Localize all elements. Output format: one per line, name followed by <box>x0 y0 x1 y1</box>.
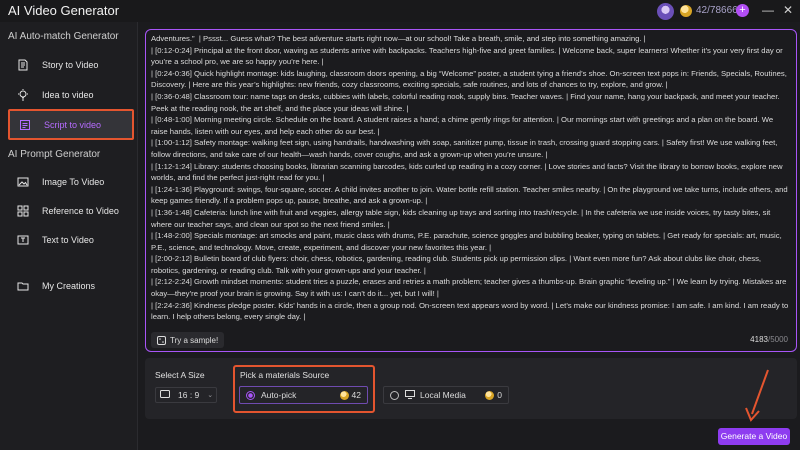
local-media-cost: 0 <box>497 390 502 400</box>
sidebar-item-story-to-video[interactable]: Story to Video <box>8 52 134 78</box>
aspect-ratio-icon <box>160 390 170 400</box>
try-sample-label: Try a sample! <box>170 335 219 345</box>
annotation-arrow-icon <box>745 369 769 422</box>
radio-selected-icon <box>246 390 255 400</box>
source-label: Pick a materials Source <box>240 370 330 380</box>
size-label: Select A Size <box>155 370 205 380</box>
chevron-down-icon: ⌄ <box>207 392 214 399</box>
monitor-icon <box>405 389 415 401</box>
character-max: /5000 <box>767 335 788 344</box>
sidebar-item-label: My Creations <box>42 281 96 291</box>
section-prompt: AI Prompt Generator <box>8 149 101 160</box>
sidebar-item-label: Script to video <box>44 119 102 130</box>
section-auto-match: AI Auto-match Generator <box>8 31 119 42</box>
auto-pick-option[interactable]: Auto-pick 42 <box>239 386 368 404</box>
sidebar-item-script-to-video[interactable]: Script to video <box>8 109 134 140</box>
sidebar-item-text-to-video[interactable]: Text to Video <box>8 227 134 253</box>
avatar[interactable] <box>657 3 674 20</box>
sidebar-item-label: Image To Video <box>42 177 105 187</box>
sidebar-item-label: Reference to Video <box>42 206 119 216</box>
character-counter: 4183/5000 <box>750 335 788 344</box>
sidebar-item-image-to-video[interactable]: Image To Video <box>8 169 134 195</box>
script-icon <box>18 118 32 132</box>
sidebar-item-reference-to-video[interactable]: Reference to Video <box>8 198 134 224</box>
credits-counter: 42/78666 <box>696 5 738 16</box>
character-count: 4183 <box>750 335 768 344</box>
local-media-option[interactable]: Local Media 0 <box>383 386 509 404</box>
local-media-label: Local Media <box>420 390 466 400</box>
dice-icon <box>157 335 166 345</box>
sidebar-item-label: Idea to video <box>42 90 94 100</box>
bulb-icon <box>16 88 30 102</box>
coin-icon <box>680 5 692 17</box>
folder-icon <box>16 279 30 293</box>
auto-pick-cost: 42 <box>351 390 361 400</box>
app-title: AI Video Generator <box>8 3 120 18</box>
auto-pick-label: Auto-pick <box>261 390 297 400</box>
materials-source-group: Pick a materials Source Auto-pick 42 <box>233 365 375 413</box>
minimize-icon[interactable]: — <box>762 3 774 17</box>
sidebar-item-idea-to-video[interactable]: Idea to video <box>8 82 134 108</box>
coin-icon <box>339 390 349 400</box>
sidebar-item-label: Text to Video <box>42 235 94 245</box>
generate-video-button[interactable]: Generate a Video <box>718 428 790 445</box>
reference-icon <box>16 204 30 218</box>
options-panel: Select A Size 16 : 9 ⌄ Pick a materials … <box>145 358 797 419</box>
image-icon <box>16 175 30 189</box>
script-editor[interactable]: Adventures.” | Pssst... Guess what? The … <box>145 29 797 352</box>
sidebar-item-label: Story to Video <box>42 60 99 70</box>
radio-unselected-icon <box>390 390 399 400</box>
add-credits-button[interactable]: + <box>736 4 749 17</box>
script-textarea[interactable]: Adventures.” | Pssst... Guess what? The … <box>151 33 791 325</box>
title-bar: AI Video Generator 42/78666 + — ✕ <box>0 0 800 22</box>
sidebar-item-my-creations[interactable]: My Creations <box>8 273 134 299</box>
aspect-ratio-value: 16 : 9 <box>178 390 200 400</box>
close-icon[interactable]: ✕ <box>783 3 793 17</box>
book-icon <box>16 58 30 72</box>
aspect-ratio-select[interactable]: 16 : 9 ⌄ <box>155 387 217 403</box>
coin-icon <box>485 390 495 400</box>
text-icon <box>16 233 30 247</box>
sidebar: AI Auto-match Generator Story to Video I… <box>0 22 138 450</box>
try-sample-button[interactable]: Try a sample! <box>151 332 225 348</box>
